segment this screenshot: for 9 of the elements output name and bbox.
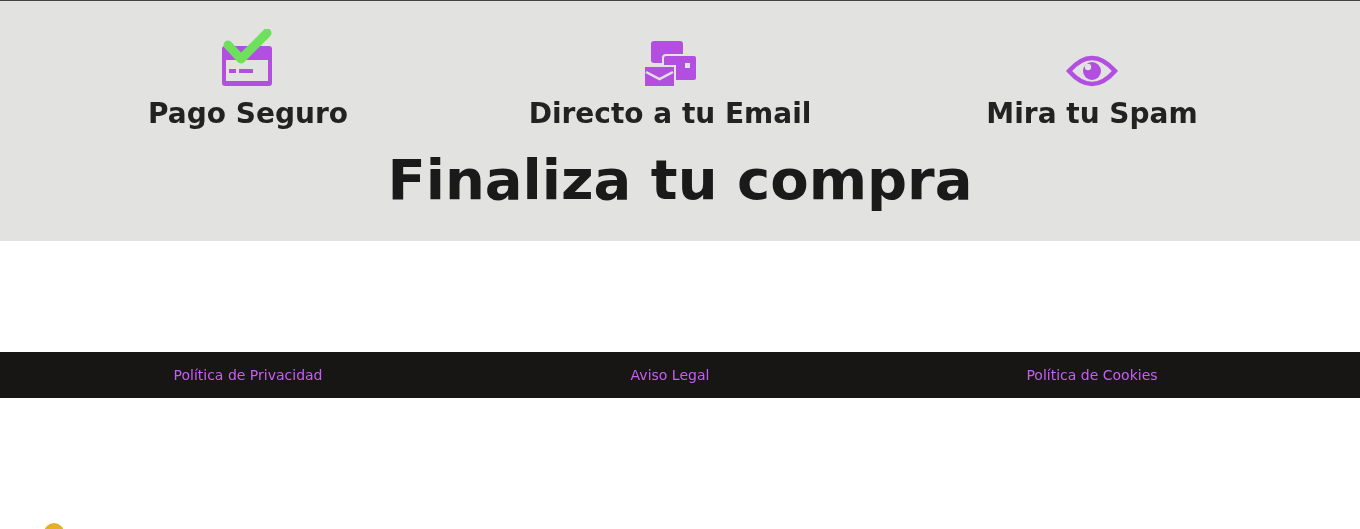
footer-link[interactable]: Política de Privacidad xyxy=(173,367,323,383)
envelope-cards-icon xyxy=(643,41,697,89)
feature-title: Directo a tu Email xyxy=(528,97,812,131)
feature-title: Mira tu Spam xyxy=(986,97,1198,131)
eye-icon xyxy=(1066,53,1118,89)
footer-link[interactable]: Aviso Legal xyxy=(630,367,710,383)
page-heading: Finaliza tu compra xyxy=(387,146,973,214)
footer-link[interactable]: Política de Cookies xyxy=(1026,367,1158,383)
feature-title: Pago Seguro xyxy=(148,97,348,131)
